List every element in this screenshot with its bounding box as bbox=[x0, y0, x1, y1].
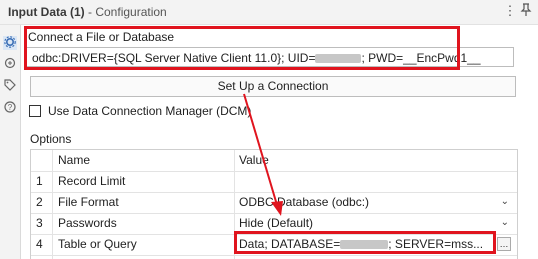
arrow-annotation bbox=[243, 93, 283, 216]
